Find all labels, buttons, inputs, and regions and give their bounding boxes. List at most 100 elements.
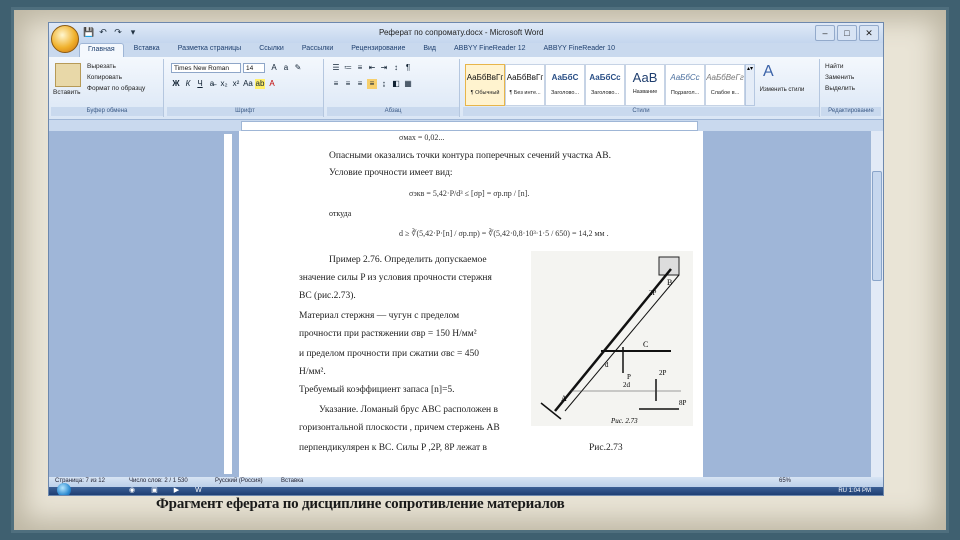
bold-icon[interactable]: Ж [171, 79, 181, 89]
clear-format-icon[interactable]: ✎ [293, 63, 303, 73]
multilevel-list-icon[interactable]: ≡ [355, 63, 365, 73]
find-button[interactable]: Найти [825, 63, 844, 70]
language-indicator[interactable]: Русский (Россия) [215, 478, 263, 484]
font-color-icon[interactable]: A [267, 79, 277, 89]
style-name: Подзагол... [670, 90, 700, 96]
window-controls: – □ ✕ [815, 25, 879, 41]
align-center-icon[interactable]: ≡ [343, 79, 353, 89]
redo-icon[interactable]: ↷ [113, 27, 123, 37]
grow-font-icon[interactable]: A [269, 63, 279, 73]
decrease-indent-icon[interactable]: ⇤ [367, 63, 377, 73]
replace-button[interactable]: Заменить [825, 74, 854, 81]
horizontal-ruler[interactable] [241, 121, 698, 131]
font-format-row: Ж К Ч a̶ x₂ x² Aa ab A [171, 79, 277, 89]
highlight-icon[interactable]: ab [255, 79, 265, 89]
align-right-icon[interactable]: ≡ [355, 79, 365, 89]
styles-group-label: Стили [463, 107, 819, 116]
taskbar: ◉ ▣ ▶ W RU 1:04 PM [49, 483, 883, 495]
zoom-level[interactable]: 65% [779, 478, 791, 484]
font-name-select[interactable]: Times New Roman [171, 63, 241, 73]
ribbon: Вставить Вырезать Копировать Формат по о… [49, 57, 883, 120]
doc-line: Н/мм². [299, 367, 326, 377]
start-button[interactable] [57, 483, 71, 495]
select-button[interactable]: Выделить [825, 85, 855, 92]
superscript-icon[interactable]: x² [231, 79, 241, 89]
formula-line: σэкв = 5,42·P/d³ ≤ [σp] = σр.пр / [n]. [409, 189, 530, 198]
vertical-ruler[interactable] [223, 133, 233, 475]
doc-line: Требуемый коэффициент запаса [n]=5. [299, 385, 455, 395]
clipboard-group-label: Буфер обмена [51, 107, 163, 116]
align-left-icon[interactable]: ≡ [331, 79, 341, 89]
numbering-icon[interactable]: ≔ [343, 63, 353, 73]
undo-icon[interactable]: ↶ [98, 27, 108, 37]
ie-icon[interactable]: ◉ [129, 487, 135, 495]
media-icon[interactable]: ▶ [174, 487, 179, 495]
style-heading-2[interactable]: АаБбСс Заголово... [585, 64, 625, 106]
doc-line: прочности при растяжении σвр = 150 Н/мм² [299, 329, 477, 339]
shrink-font-icon[interactable]: a [281, 63, 291, 73]
format-painter-button[interactable]: Формат по образцу [87, 85, 145, 92]
quick-access-toolbar: 💾 ↶ ↷ ▾ [83, 27, 138, 37]
bullets-icon[interactable]: ☰ [331, 63, 341, 73]
doc-line: и пределом прочности при сжатии σвс = 45… [299, 349, 480, 359]
tab-mailings[interactable]: Рассылки [294, 43, 341, 57]
shading-icon[interactable]: ◧ [391, 79, 401, 89]
scroll-thumb[interactable] [872, 171, 882, 281]
borders-icon[interactable]: ▦ [403, 79, 413, 89]
change-styles-button[interactable]: Изменить стили [757, 87, 807, 93]
style-no-spacing[interactable]: АаБбВвГг ¶ Без инте... [505, 64, 545, 106]
tab-abbyy-10[interactable]: ABBYY FineReader 10 [536, 43, 623, 57]
document-page[interactable]: σмах = 0,02... Опасными оказались точки … [239, 131, 703, 477]
customize-qat-icon[interactable]: ▾ [128, 27, 138, 37]
maximize-button[interactable]: □ [837, 25, 857, 41]
minimize-button[interactable]: – [815, 25, 835, 41]
label-2p-top: 2P [649, 289, 657, 297]
change-case-icon[interactable]: Aa [243, 79, 253, 89]
tab-references[interactable]: Ссылки [251, 43, 292, 57]
tab-abbyy-12[interactable]: ABBYY FineReader 12 [446, 43, 533, 57]
underline-icon[interactable]: Ч [195, 79, 205, 89]
style-heading-1[interactable]: АаБбС Заголово... [545, 64, 585, 106]
label-2d: 2d [623, 381, 631, 389]
subscript-icon[interactable]: x₂ [219, 79, 229, 89]
word-count[interactable]: Число слов: 2 / 1 530 [129, 478, 188, 484]
italic-icon[interactable]: К [183, 79, 193, 89]
label-8p: 8P [679, 399, 687, 407]
line-spacing-icon[interactable]: ↨ [379, 79, 389, 89]
explorer-icon[interactable]: ▣ [151, 487, 158, 495]
style-normal[interactable]: АаБбВвГг ¶ Обычный [465, 64, 505, 106]
tab-page-layout[interactable]: Разметка страницы [170, 43, 250, 57]
vertical-scrollbar[interactable] [870, 131, 883, 477]
tab-home[interactable]: Главная [79, 43, 124, 57]
doc-line: горизонтальной плоскости , причем стерже… [299, 423, 500, 433]
insert-mode[interactable]: Вставка [281, 478, 303, 484]
strikethrough-icon[interactable]: a̶ [207, 79, 217, 89]
save-icon[interactable]: 💾 [83, 27, 94, 37]
style-sample: АаБбВвГг [466, 73, 504, 82]
style-subtle-emphasis[interactable]: АаБбВеГг Слабое в... [705, 64, 745, 106]
style-sample: АаБбВвГг [506, 73, 544, 82]
close-button[interactable]: ✕ [859, 25, 879, 41]
cut-button[interactable]: Вырезать [87, 63, 116, 70]
copy-button[interactable]: Копировать [87, 74, 122, 81]
font-size-select[interactable]: 14 [243, 63, 265, 73]
style-name: Название [632, 89, 658, 95]
label-2p: 2P [659, 369, 667, 377]
style-subtitle[interactable]: АаБбСс Подзагол... [665, 64, 705, 106]
office-button[interactable] [51, 25, 79, 53]
tab-review[interactable]: Рецензирование [343, 43, 413, 57]
styles-scroll-icon[interactable]: ▴▾ [745, 64, 755, 106]
sort-icon[interactable]: ↕ [391, 63, 401, 73]
paste-button[interactable]: Вставить [53, 89, 81, 96]
tab-view[interactable]: Вид [415, 43, 444, 57]
increase-indent-icon[interactable]: ⇥ [379, 63, 389, 73]
style-name: Слабое в... [710, 90, 740, 96]
word-icon[interactable]: W [195, 487, 202, 495]
justify-icon[interactable]: ≡ [367, 79, 377, 89]
label-d: d [605, 361, 609, 369]
paste-icon[interactable] [55, 63, 81, 87]
style-title[interactable]: АаВ Название [625, 64, 665, 106]
change-styles-icon[interactable]: A [763, 63, 774, 81]
tab-insert[interactable]: Вставка [126, 43, 168, 57]
show-marks-icon[interactable]: ¶ [403, 63, 413, 73]
